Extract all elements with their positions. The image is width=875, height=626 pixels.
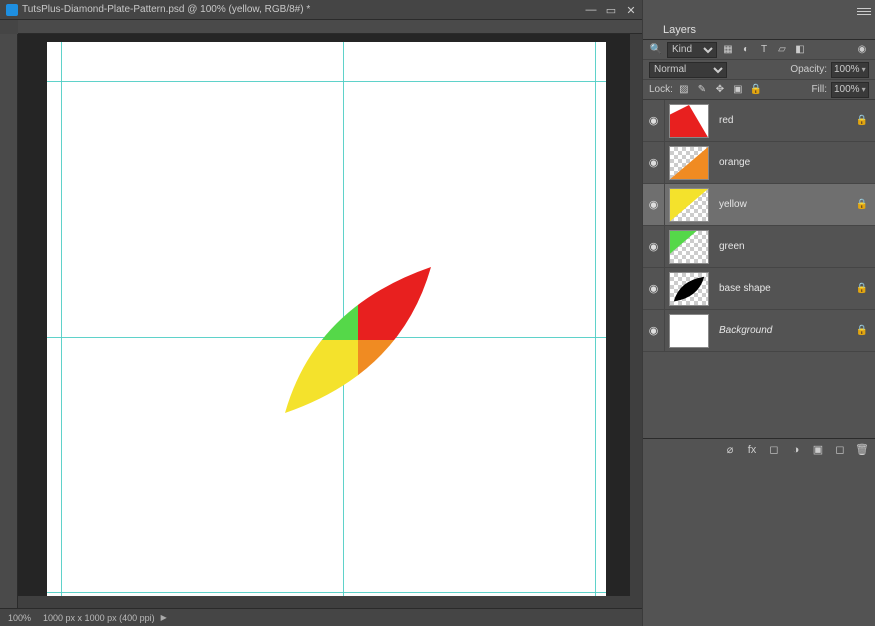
guide-vertical[interactable] [595,42,596,598]
layer-row-green[interactable]: ◉ green [643,226,875,268]
lock-icon[interactable]: 🔒 [853,325,871,336]
filter-toggle-icon[interactable]: ◉ [855,43,869,57]
layer-mask-icon[interactable]: ◻ [767,443,781,456]
ruler-horizontal[interactable] [18,20,642,34]
layer-thumbnail[interactable] [669,272,709,306]
layer-thumbnail[interactable] [669,314,709,348]
visibility-toggle[interactable]: ◉ [643,310,665,351]
layer-name[interactable]: base shape [719,283,853,294]
layer-thumbnail[interactable] [669,188,709,222]
layer-thumbnail[interactable] [669,230,709,264]
search-icon[interactable]: 🔍 [649,43,663,57]
lock-transparency-icon[interactable]: ▨ [677,84,691,95]
blend-mode-select[interactable]: Normal [649,62,727,78]
layer-row-Background[interactable]: ◉ Background🔒 [643,310,875,352]
panel-tabbar: Layers [643,18,875,40]
status-zoom[interactable]: 100% [8,613,31,623]
opacity-input[interactable]: 100%▾ [831,62,869,78]
lock-brush-icon[interactable]: ✎ [695,84,709,95]
layer-filter-row: 🔍 Kind ▦ ◐ T ▱ ◧ ◉ [643,40,875,60]
visibility-toggle[interactable]: ◉ [643,226,665,267]
filter-shape-icon[interactable]: ▱ [775,43,789,57]
link-layers-icon[interactable]: ⌀ [723,443,737,456]
layer-row-yellow[interactable]: ◉ yellow🔒 [643,184,875,226]
layers-panel-footer: ⌀ fx ◻ ◑ ▣ ◻ 🗑 [643,438,875,460]
layer-list[interactable]: ◉red🔒◉orange◉yellow🔒◉green◉base shape🔒◉B… [643,100,875,438]
filter-pixel-icon[interactable]: ▦ [721,43,735,57]
lock-position-icon[interactable]: ✥ [713,84,727,95]
new-group-icon[interactable]: ▣ [811,443,825,456]
visibility-toggle[interactable]: ◉ [643,184,665,225]
lock-label: Lock: [649,84,673,95]
status-dimensions[interactable]: 1000 px x 1000 px (400 ppi) ▶ [43,613,167,623]
lock-icon[interactable]: 🔒 [853,199,871,210]
layer-name[interactable]: orange [719,157,853,168]
layer-name[interactable]: yellow [719,199,853,210]
canvas-area[interactable] [18,34,642,608]
guide-horizontal[interactable] [47,81,606,82]
adjustment-layer-icon[interactable]: ◑ [789,444,803,456]
delete-layer-icon[interactable]: 🗑 [855,443,869,456]
opacity-label: Opacity: [790,64,827,75]
lock-artboard-icon[interactable]: ▣ [731,84,745,95]
filter-smart-icon[interactable]: ◧ [793,43,807,57]
layer-name[interactable]: red [719,115,853,126]
layer-row-orange[interactable]: ◉ orange [643,142,875,184]
ruler-vertical[interactable] [0,34,18,608]
chevron-right-icon: ▶ [161,613,167,622]
document-window: TutsPlus-Diamond-Plate-Pattern.psd @ 100… [0,0,642,626]
scrollbar-vertical[interactable] [630,34,642,608]
layer-style-icon[interactable]: fx [745,444,759,456]
visibility-toggle[interactable]: ◉ [643,100,665,141]
new-layer-icon[interactable]: ◻ [833,443,847,456]
fill-input[interactable]: 100%▾ [831,82,869,98]
filter-type-icon[interactable]: T [757,43,771,57]
layer-thumbnail[interactable] [669,146,709,180]
canvas-artwork [265,247,451,433]
layers-panel-dock: Layers 🔍 Kind ▦ ◐ T ▱ ◧ ◉ Normal Opacity… [643,0,875,626]
blend-mode-row: Normal Opacity: 100%▾ [643,60,875,80]
document-titlebar[interactable]: TutsPlus-Diamond-Plate-Pattern.psd @ 100… [0,0,642,20]
lock-all-icon[interactable]: 🔒 [749,84,763,95]
visibility-toggle[interactable]: ◉ [643,142,665,183]
app-icon [6,4,18,16]
layer-name[interactable]: green [719,241,853,252]
lock-icon[interactable]: 🔒 [853,283,871,294]
visibility-toggle[interactable]: ◉ [643,268,665,309]
layer-thumbnail[interactable] [669,104,709,138]
layer-row-red[interactable]: ◉ red🔒 [643,100,875,142]
maximize-button[interactable]: ▭ [604,4,618,17]
filter-kind-select[interactable]: Kind [667,42,717,58]
panel-flyout-menu-button[interactable] [857,4,871,18]
close-button[interactable]: ✕ [624,4,638,17]
filter-adjust-icon[interactable]: ◐ [739,43,753,57]
artboard[interactable] [47,42,606,598]
fill-label: Fill: [811,84,827,95]
lock-row: Lock: ▨ ✎ ✥ ▣ 🔒 Fill: 100%▾ [643,80,875,100]
guide-horizontal[interactable] [47,592,606,593]
scrollbar-horizontal[interactable] [18,596,630,608]
layer-row-base-shape[interactable]: ◉ base shape🔒 [643,268,875,310]
minimize-button[interactable]: — [584,4,598,16]
document-title: TutsPlus-Diamond-Plate-Pattern.psd @ 100… [22,4,636,15]
status-bar: 100% 1000 px x 1000 px (400 ppi) ▶ [0,608,642,626]
tab-layers[interactable]: Layers [651,21,708,39]
lock-icon[interactable]: 🔒 [853,115,871,126]
layers-panel: Layers 🔍 Kind ▦ ◐ T ▱ ◧ ◉ Normal Opacity… [643,18,875,460]
layer-name[interactable]: Background [719,325,853,336]
guide-vertical[interactable] [61,42,62,598]
